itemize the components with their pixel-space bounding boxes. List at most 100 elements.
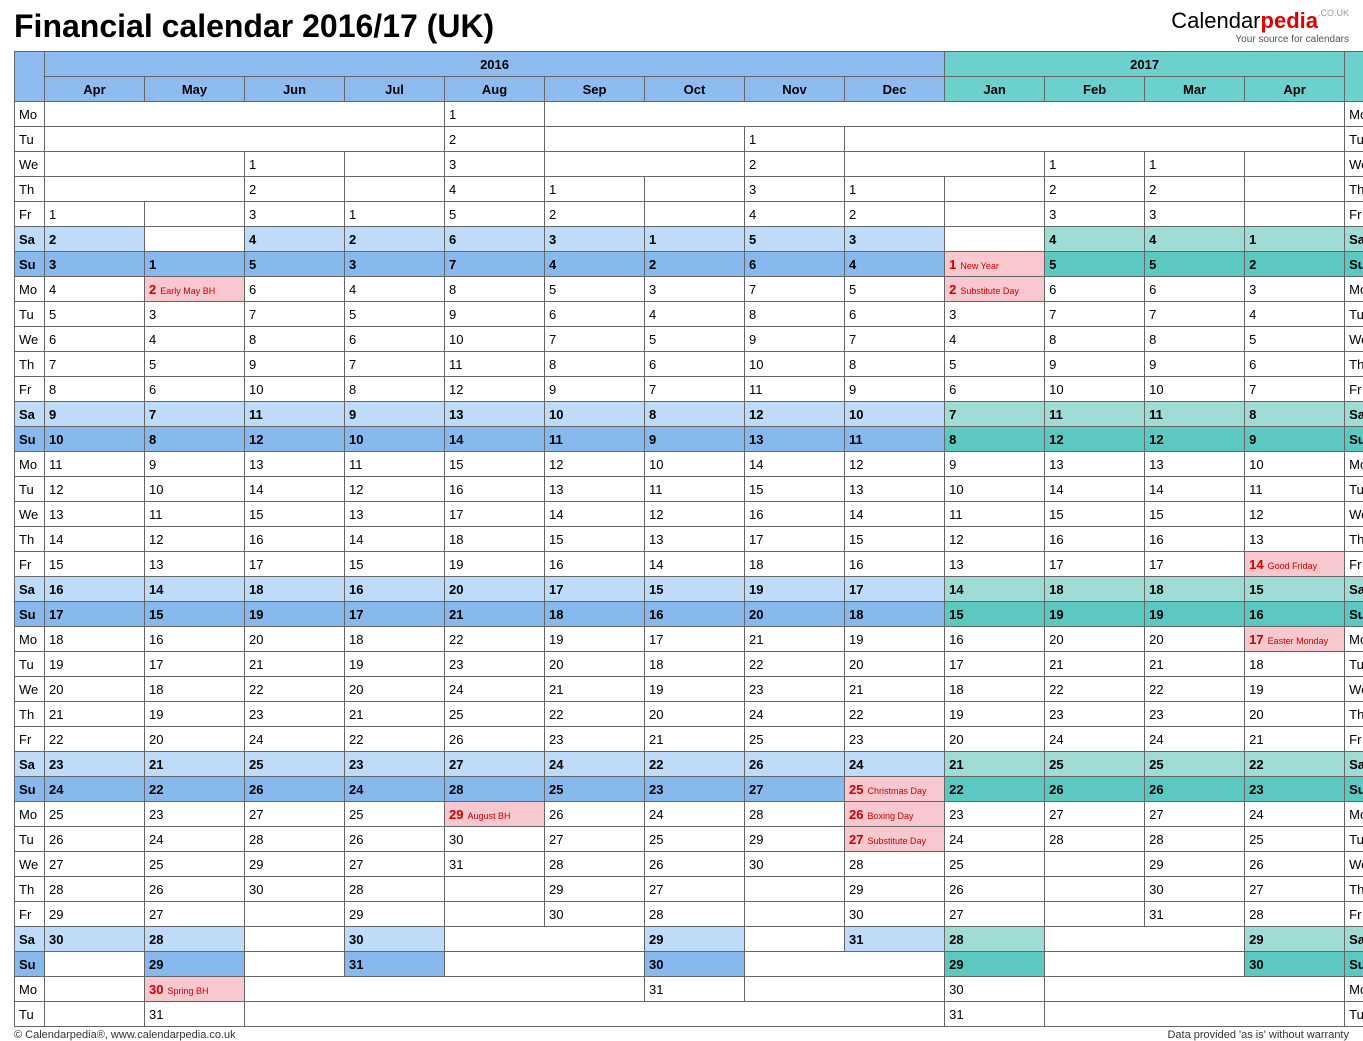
day-cell: 13 [945, 552, 1045, 577]
day-cell: 21 [345, 702, 445, 727]
dow-right: Sa [1345, 752, 1363, 777]
day-cell: 1 [1145, 152, 1245, 177]
day-cell: 1 [145, 252, 245, 277]
day-cell: 29 [1245, 927, 1345, 952]
dow-right: Tu [1345, 127, 1363, 152]
day-cell: 23 [745, 677, 845, 702]
day-cell: 14 [945, 577, 1045, 602]
day-cell: 23 [645, 777, 745, 802]
day-cell: 25 [345, 802, 445, 827]
day-cell: 1 [445, 102, 545, 127]
empty-cell [645, 202, 745, 227]
day-cell: 25 [45, 802, 145, 827]
day-cell: 3 [1245, 277, 1345, 302]
logo-text-1: Calendar [1171, 8, 1260, 33]
dow-left: Su [15, 427, 45, 452]
day-cell: 19 [1145, 602, 1245, 627]
day-cell: 17 [845, 577, 945, 602]
day-cell: 8 [145, 427, 245, 452]
day-cell: 20 [445, 577, 545, 602]
day-cell: 31 [1145, 902, 1245, 927]
dow-left: Tu [15, 477, 45, 502]
day-cell: 25 [1145, 752, 1245, 777]
day-cell: 11 [1145, 402, 1245, 427]
day-cell: 24 [945, 827, 1045, 852]
day-cell: 23 [445, 652, 545, 677]
day-cell: 23 [1145, 702, 1245, 727]
day-cell: 26 [245, 777, 345, 802]
empty-cell [45, 952, 145, 977]
day-cell: 24 [645, 802, 745, 827]
day-cell: 19 [245, 602, 345, 627]
day-cell: 18 [845, 602, 945, 627]
day-cell: 11 [245, 402, 345, 427]
day-cell: 14 [245, 477, 345, 502]
day-cell: 9 [1245, 427, 1345, 452]
day-cell: 11 [645, 477, 745, 502]
day-cell: 13 [1045, 452, 1145, 477]
dow-left: We [15, 327, 45, 352]
day-cell: 8 [945, 427, 1045, 452]
day-cell: 6 [945, 377, 1045, 402]
day-cell: 2 [1145, 177, 1245, 202]
day-cell: 3 [1145, 202, 1245, 227]
empty-cell [345, 152, 445, 177]
day-cell: 1 [245, 152, 345, 177]
dow-left: Mo [15, 102, 45, 127]
day-cell: 9 [145, 452, 245, 477]
day-cell: 15 [1245, 577, 1345, 602]
dow-left: Tu [15, 652, 45, 677]
day-cell: 4 [1145, 227, 1245, 252]
day-cell: 14 [1145, 477, 1245, 502]
dow-right: Th [1345, 877, 1363, 902]
dow-left: We [15, 152, 45, 177]
day-cell: 24 [1045, 727, 1145, 752]
day-cell: 9 [45, 402, 145, 427]
day-cell: 27 [145, 902, 245, 927]
day-cell: 21 [145, 752, 245, 777]
dow-left: Th [15, 352, 45, 377]
day-cell: 17 [45, 602, 145, 627]
empty-cell [1045, 977, 1345, 1002]
day-cell: 5 [445, 202, 545, 227]
dow-left: Tu [15, 302, 45, 327]
day-cell: 26 [645, 852, 745, 877]
day-cell: 14 [145, 577, 245, 602]
day-cell: 8 [1045, 327, 1145, 352]
day-cell: 30 [445, 827, 545, 852]
day-cell: 2 [45, 227, 145, 252]
day-cell: 28 [245, 827, 345, 852]
day-cell: 24 [845, 752, 945, 777]
day-cell: 28 [1045, 827, 1145, 852]
empty-cell [745, 977, 945, 1002]
day-cell: 24 [45, 777, 145, 802]
day-cell: 3 [445, 152, 545, 177]
empty-cell [345, 177, 445, 202]
empty-cell [445, 927, 645, 952]
dow-left: We [15, 677, 45, 702]
day-cell: 27 [345, 852, 445, 877]
day-cell: 27 [1245, 877, 1345, 902]
logo-tagline: Your source for calendars [1171, 34, 1349, 45]
day-cell: 1New Year [945, 252, 1045, 277]
day-cell: 11 [1045, 402, 1145, 427]
dow-right: Fr [1345, 552, 1363, 577]
day-cell: 15 [845, 527, 945, 552]
day-cell: 12 [845, 452, 945, 477]
day-cell: 7 [645, 377, 745, 402]
dow-right: Tu [1345, 302, 1363, 327]
empty-cell [945, 227, 1045, 252]
day-cell: 20 [645, 702, 745, 727]
dow-right: Tu [1345, 477, 1363, 502]
day-cell: 14 [745, 452, 845, 477]
day-cell: 15 [1045, 502, 1145, 527]
dow-right: Mo [1345, 452, 1363, 477]
dow-right: We [1345, 502, 1363, 527]
day-cell: 11 [545, 427, 645, 452]
day-cell: 8 [545, 352, 645, 377]
day-cell: 21 [1045, 652, 1145, 677]
day-cell: 27 [245, 802, 345, 827]
day-cell: 18 [1145, 577, 1245, 602]
day-cell: 12 [745, 402, 845, 427]
day-cell: 15 [145, 602, 245, 627]
